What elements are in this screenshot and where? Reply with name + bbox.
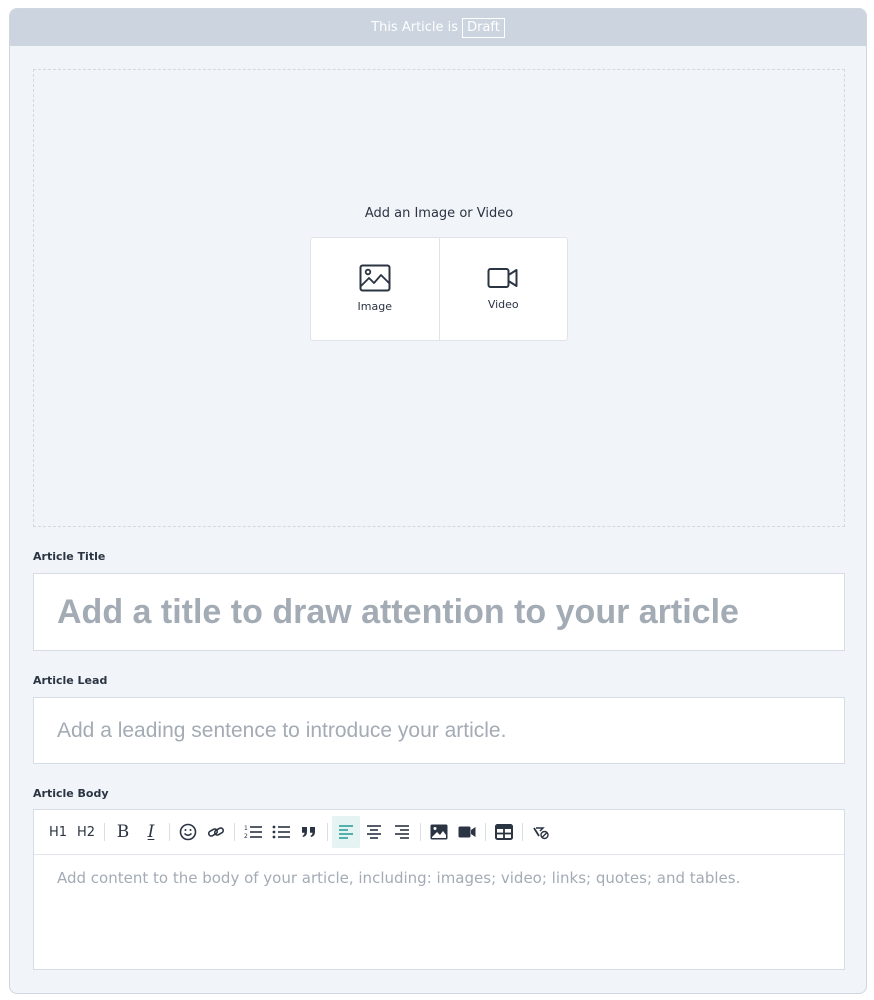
image-icon	[359, 264, 391, 292]
clear-format-icon	[533, 827, 549, 840]
toolbar-divider	[327, 823, 328, 841]
article-editor-card: This Article is Draft Add an Image or Vi…	[9, 8, 867, 994]
italic-button[interactable]: I	[137, 816, 165, 848]
toolbar-divider	[234, 823, 235, 841]
ordered-list-button[interactable]: 1 2	[239, 816, 267, 848]
media-dropzone[interactable]: Add an Image or Video Image Video	[33, 69, 845, 527]
align-left-icon	[339, 825, 353, 839]
add-video-label: Video	[487, 298, 519, 311]
article-lead-label: Article Lead	[33, 674, 108, 687]
draft-status-badge: Draft	[462, 17, 505, 38]
quote-button[interactable]	[295, 816, 323, 848]
align-center-button[interactable]	[360, 816, 388, 848]
editor-toolbar: H1 H2 B I 1 2	[34, 810, 844, 855]
bold-button[interactable]: B	[109, 816, 137, 848]
emoji-icon	[179, 823, 197, 841]
align-right-button[interactable]	[388, 816, 416, 848]
insert-table-icon	[495, 824, 513, 840]
add-image-label: Image	[357, 300, 392, 313]
bullet-list-icon	[272, 825, 290, 839]
align-left-button[interactable]	[332, 816, 360, 848]
insert-video-icon	[458, 826, 476, 838]
link-icon	[207, 827, 225, 837]
add-image-button[interactable]: Image	[311, 238, 439, 340]
media-button-group: Image Video	[310, 236, 568, 341]
add-video-button[interactable]: Video	[438, 237, 568, 340]
article-title-label: Article Title	[33, 550, 106, 563]
toolbar-divider	[522, 823, 523, 841]
clear-format-button[interactable]	[527, 816, 555, 848]
link-button[interactable]	[202, 816, 230, 848]
article-body-label: Article Body	[33, 787, 109, 800]
svg-text:1: 1	[244, 825, 248, 832]
media-heading: Add an Image or Video	[364, 205, 514, 221]
emoji-button[interactable]	[174, 816, 202, 848]
insert-image-button[interactable]	[425, 816, 453, 848]
status-text: This Article is	[371, 20, 459, 35]
video-camera-icon	[487, 268, 518, 288]
article-body-editor: H1 H2 B I 1 2 Add content to the body of…	[33, 809, 845, 970]
article-title-input[interactable]	[34, 574, 844, 650]
quote-icon	[302, 827, 315, 837]
article-body-textarea[interactable]	[34, 855, 844, 969]
article-status-bar: This Article is Draft	[10, 9, 866, 46]
article-lead-box	[33, 697, 845, 764]
insert-table-button[interactable]	[490, 816, 518, 848]
ordered-list-icon: 1 2	[244, 825, 262, 840]
toolbar-divider	[169, 823, 170, 841]
toolbar-divider	[485, 823, 486, 841]
article-title-box	[33, 573, 845, 651]
insert-video-button[interactable]	[453, 816, 481, 848]
insert-image-icon	[430, 824, 448, 840]
toolbar-divider	[420, 823, 421, 841]
article-lead-input[interactable]	[34, 698, 844, 763]
toolbar-divider	[104, 823, 105, 841]
bullet-list-button[interactable]	[267, 816, 295, 848]
svg-text:2: 2	[244, 833, 248, 840]
align-center-icon	[367, 825, 381, 839]
heading-1-button[interactable]: H1	[44, 816, 72, 848]
heading-2-button[interactable]: H2	[72, 816, 100, 848]
align-right-icon	[395, 825, 409, 839]
